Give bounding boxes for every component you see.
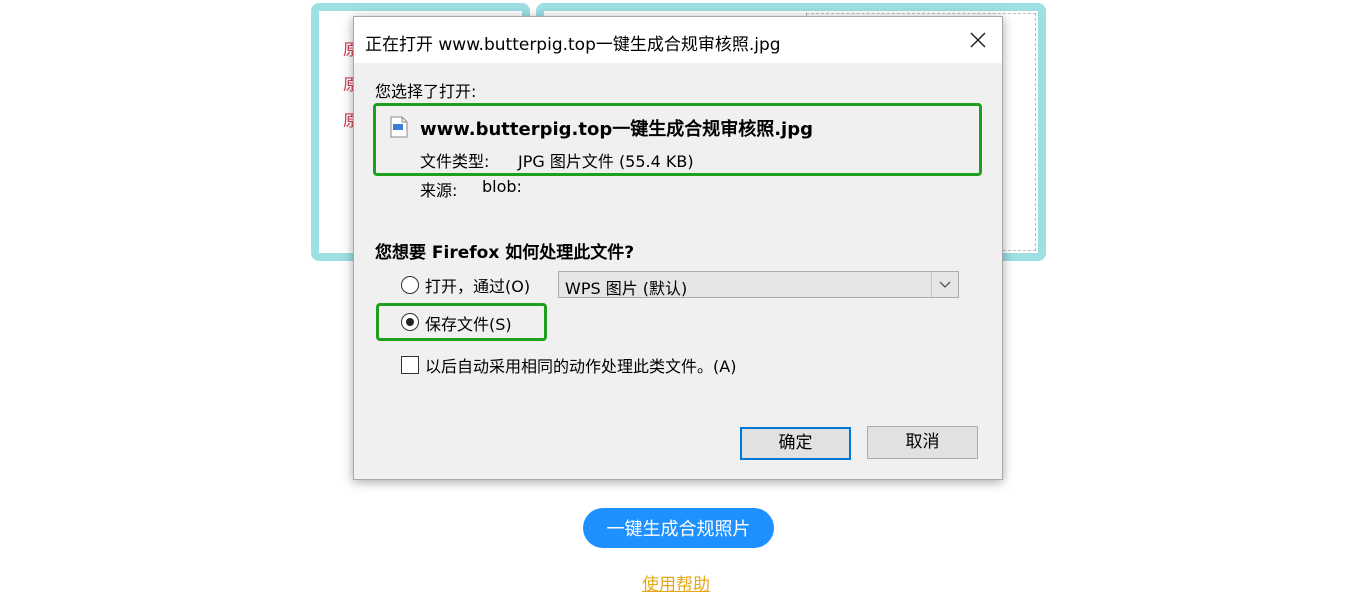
close-icon[interactable] bbox=[966, 28, 990, 52]
dialog-titlebar: 正在打开 www.butterpig.top一键生成合规审核照.jpg bbox=[354, 17, 1002, 63]
source-label: 来源: bbox=[420, 181, 458, 200]
open-with-radio[interactable] bbox=[401, 276, 419, 294]
file-type-value: JPG 图片文件 (55.4 KB) bbox=[518, 152, 694, 171]
open-with-label[interactable]: 打开，通过(O) bbox=[425, 273, 530, 297]
selected-label: 您选择了打开: bbox=[375, 82, 477, 101]
open-with-app-select[interactable]: WPS 图片 (默认) bbox=[558, 271, 959, 298]
image-file-icon bbox=[390, 116, 408, 138]
radio-selected-dot bbox=[406, 318, 414, 326]
download-dialog: 正在打开 www.butterpig.top一键生成合规审核照.jpg 您选择了… bbox=[353, 16, 1003, 480]
file-name: www.butterpig.top一键生成合规审核照.jpg bbox=[420, 119, 813, 140]
generate-photo-button[interactable]: 一键生成合规照片 bbox=[583, 508, 774, 548]
remember-checkbox[interactable] bbox=[401, 356, 419, 374]
save-file-radio[interactable] bbox=[401, 313, 419, 331]
dialog-title: 正在打开 www.butterpig.top一键生成合规审核照.jpg bbox=[365, 35, 781, 55]
remember-label[interactable]: 以后自动采用相同的动作处理此类文件。(A) bbox=[425, 353, 736, 377]
help-link[interactable]: 使用帮助 bbox=[642, 570, 710, 595]
chevron-down-icon bbox=[931, 272, 951, 297]
source-value: blob: bbox=[482, 177, 522, 196]
ok-button[interactable]: 确定 bbox=[740, 427, 851, 460]
save-file-label[interactable]: 保存文件(S) bbox=[425, 311, 512, 335]
cancel-button[interactable]: 取消 bbox=[867, 426, 978, 459]
handling-question: 您想要 Firefox 如何处理此文件? bbox=[375, 243, 635, 263]
open-with-app-value: WPS 图片 (默认) bbox=[565, 279, 688, 298]
file-type-label: 文件类型: bbox=[420, 152, 490, 171]
